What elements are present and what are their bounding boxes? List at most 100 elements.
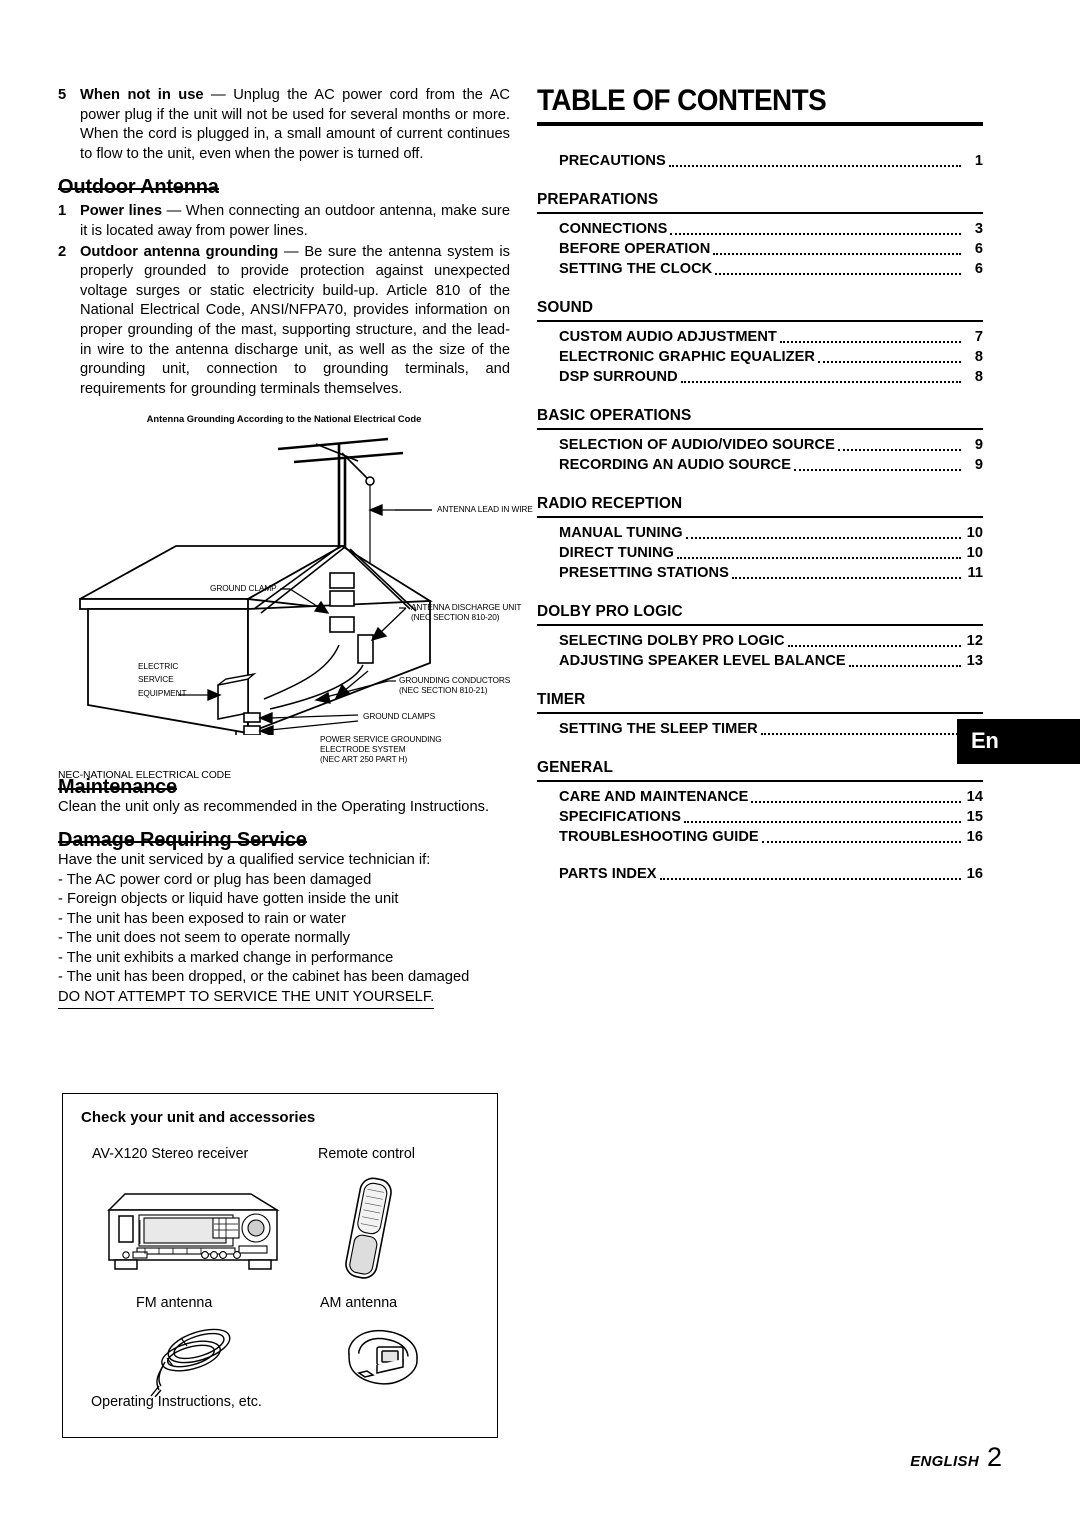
toc-row-setting-the-sleep-timer[interactable]: SETTING THE SLEEP TIMER 14 [537, 719, 983, 739]
toc-leader [848, 665, 961, 667]
toc-row-troubleshooting-guide[interactable]: TROUBLESHOOTING GUIDE 16 [537, 827, 983, 847]
diagram-label-electric-2: SERVICE [138, 674, 174, 685]
damage-intro: Have the unit serviced by a qualified se… [58, 851, 431, 868]
toc-row-care-and-maintenance[interactable]: CARE AND MAINTENANCE 14 [537, 787, 983, 807]
toc-row-electronic-graphic-equalizer[interactable]: ELECTRONIC GRAPHIC EQUALIZER 8 [537, 347, 983, 367]
toc-spacer [537, 847, 983, 864]
toc-label: BEFORE OPERATION [559, 241, 711, 257]
toc-label: SPECIFICATIONS [559, 809, 682, 825]
accessories-am-label: AM antenna [320, 1295, 398, 1311]
antenna-item-2-bold: Outdoor antenna grounding [80, 243, 279, 260]
antenna-item-1-number: 1 [58, 203, 67, 220]
toc-group-dolby-pro-logic: DOLBY PRO LOGIC SELECTING DOLBY PRO LOGI… [537, 603, 983, 671]
diagram-label-power-service-2: ELECTRODE SYSTEM [320, 744, 406, 755]
language-tab: En [957, 719, 1080, 764]
toc-label: RECORDING AN AUDIO SOURCE [559, 457, 792, 473]
diagram-label-power-service-1: POWER SERVICE GROUNDING [320, 734, 442, 745]
toc-leader [684, 821, 961, 823]
toc-group-sound: SOUND CUSTOM AUDIO ADJUSTMENT 7 ELECTRON… [537, 299, 983, 387]
footer-page-number: 2 [986, 1442, 1002, 1472]
diagram-label-electric-1: ELECTRIC [138, 661, 179, 672]
accessories-box: Check your unit and accessories AV-X120 … [62, 1093, 498, 1438]
footer-language: ENGLISH [910, 1453, 979, 1470]
toc-leader [751, 801, 961, 803]
toc-label: CONNECTIONS [559, 221, 668, 237]
toc-leader [818, 361, 961, 363]
toc-section-head: DOLBY PRO LOGIC [537, 603, 983, 626]
toc-leader [685, 537, 961, 539]
toc-row-presetting-stations[interactable]: PRESETTING STATIONS 11 [537, 563, 983, 583]
precaution-item-5: 5 When not in use — Unplug the AC power … [58, 86, 510, 164]
toc-page: 9 [974, 457, 983, 473]
outdoor-antenna-heading: Outdoor Antenna [58, 176, 219, 199]
toc-row-custom-audio-adjustment[interactable]: CUSTOM AUDIO ADJUSTMENT 7 [537, 327, 983, 347]
antenna-grounding-diagram: Antenna Grounding According to the Natio… [58, 413, 533, 781]
receiver-illustration [107, 1193, 280, 1270]
toc-row-recording-an-audio-source[interactable]: RECORDING AN AUDIO SOURCE 9 [537, 455, 983, 475]
outdoor-antenna-heading-wrap: Outdoor Antenna [58, 165, 510, 199]
toc-row-specifications[interactable]: SPECIFICATIONS 15 [537, 807, 983, 827]
toc-leader [713, 253, 961, 255]
accessories-receiver-label: AV-X120 Stereo receiver [92, 1146, 249, 1162]
toc-label: SETTING THE SLEEP TIMER [559, 721, 758, 737]
toc-row-connections[interactable]: CONNECTIONS 3 [537, 219, 983, 239]
toc-page: 1 [974, 153, 983, 169]
damage-list-item: - The AC power cord or plug has been dam… [58, 871, 372, 888]
toc-page: 8 [974, 369, 983, 385]
antenna-item-1-bold: Power lines [80, 203, 163, 220]
diagram-label-discharge-unit-1: ANTENNA DISCHARGE UNIT [411, 602, 522, 613]
diagram-label-ground-clamp: GROUND CLAMP [210, 583, 277, 594]
diagram-label-power-service-3: (NEC ART 250 PART H) [320, 754, 408, 765]
language-tab-label: En [971, 728, 999, 753]
toc-page: 10 [966, 525, 983, 541]
toc-row-parts-index[interactable]: PARTS INDEX 16 [537, 864, 983, 884]
toc-row-manual-tuning[interactable]: MANUAL TUNING 10 [537, 523, 983, 543]
toc-section-head: SOUND [537, 299, 983, 322]
toc-leader [659, 878, 961, 880]
fm-antenna-illustration [150, 1328, 231, 1397]
toc-label: ELECTRONIC GRAPHIC EQUALIZER [559, 349, 815, 365]
toc-label: PRECAUTIONS [559, 153, 666, 169]
toc-row-setting-the-clock[interactable]: SETTING THE CLOCK 6 [537, 259, 983, 279]
toc-leader [731, 577, 961, 579]
page-title: TABLE OF CONTENTS [537, 84, 827, 117]
toc-label: SELECTION OF AUDIO/VIDEO SOURCE [559, 437, 835, 453]
toc-page: 6 [974, 261, 983, 277]
manual-page: 5 When not in use — Unplug the AC power … [0, 0, 1080, 1515]
precaution-number: 5 [58, 87, 67, 103]
toc-section-head: RADIO RECEPTION [537, 495, 983, 518]
toc-row-dsp-surround[interactable]: DSP SURROUND 8 [537, 367, 983, 387]
toc-section-head: GENERAL [537, 759, 983, 782]
toc-group-timer: TIMER SETTING THE SLEEP TIMER 14 [537, 691, 983, 739]
antenna-item-2-text: Outdoor antenna grounding — Be sure the … [80, 243, 510, 400]
page-footer: ENGLISH 2 [910, 1442, 1002, 1473]
toc-page: 3 [974, 221, 983, 237]
left-column: 5 When not in use — Unplug the AC power … [58, 86, 533, 1009]
diagram-label-grounding-conductors-1: GROUNDING CONDUCTORS [399, 675, 511, 686]
accessories-footer-note: Operating Instructions, etc. [91, 1394, 262, 1410]
am-antenna-illustration [348, 1329, 418, 1385]
toc-row-before-operation[interactable]: BEFORE OPERATION 6 [537, 239, 983, 259]
toc-row-adjusting-speaker-level-balance[interactable]: ADJUSTING SPEAKER LEVEL BALANCE 13 [537, 651, 983, 671]
toc-group-radio-reception: RADIO RECEPTION MANUAL TUNING 10 DIRECT … [537, 495, 983, 583]
toc-label: PARTS INDEX [559, 866, 657, 882]
toc-row-selection-of-audio-video-source[interactable]: SELECTION OF AUDIO/VIDEO SOURCE 9 [537, 435, 983, 455]
accessories-fm-label: FM antenna [136, 1295, 213, 1311]
maintenance-heading: Maintenance [58, 776, 177, 799]
remote-control-illustration [345, 1177, 392, 1279]
accessories-title: Check your unit and accessories [81, 1109, 316, 1126]
toc-page: 9 [974, 437, 983, 453]
maintenance-heading-wrap: Maintenance [58, 776, 510, 799]
precaution-bold-lead: When not in use [80, 87, 204, 103]
toc-label: TROUBLESHOOTING GUIDE [559, 829, 759, 845]
toc-row-selecting-dolby-pro-logic[interactable]: SELECTING DOLBY PRO LOGIC 12 [537, 631, 983, 651]
toc-leader [760, 733, 961, 735]
toc-row-direct-tuning[interactable]: DIRECT TUNING 10 [537, 543, 983, 563]
damage-warning: DO NOT ATTEMPT TO SERVICE THE UNIT YOURS… [58, 988, 435, 1009]
toc-row-precautions[interactable]: PRECAUTIONS 1 [537, 151, 983, 171]
toc-page: 8 [974, 349, 983, 365]
toc-page: 11 [967, 565, 983, 581]
toc-label: ADJUSTING SPEAKER LEVEL BALANCE [559, 653, 846, 669]
antenna-item-2: 2 Outdoor antenna grounding — Be sure th… [58, 243, 510, 400]
damage-list-item: - The unit exhibits a marked change in p… [58, 949, 394, 966]
